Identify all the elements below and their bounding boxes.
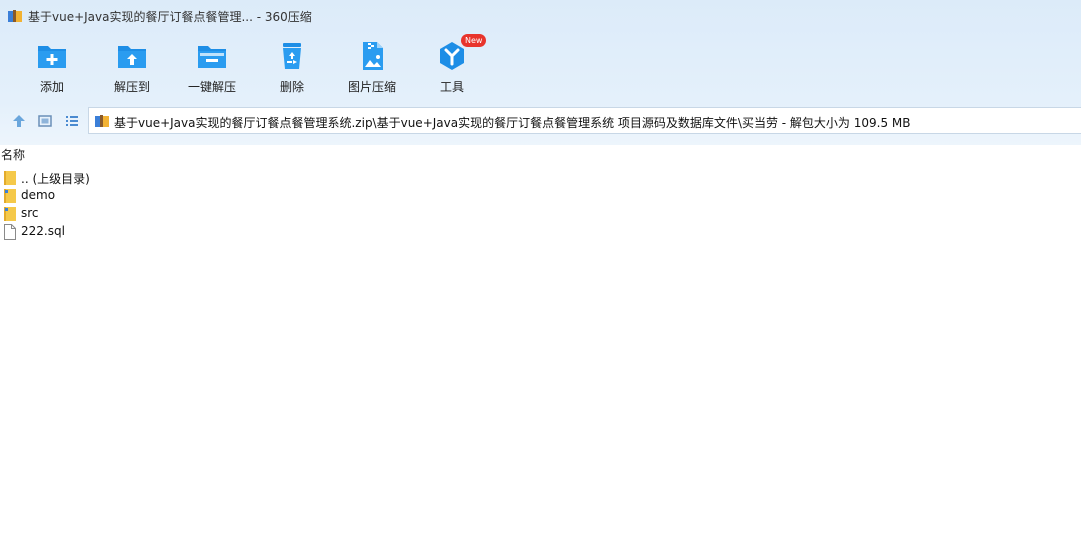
path-text: 基于vue+Java实现的餐厅订餐点餐管理系统.zip\基于vue+Java实现…: [114, 116, 911, 130]
extract-to-icon: [118, 46, 146, 68]
folder-icon: [4, 207, 16, 221]
image-compress-button[interactable]: 图片压缩: [337, 38, 407, 100]
file-icon: [4, 224, 16, 240]
toolbar: 添加 解压到 一键解压 删除 图片压缩 New 工具: [0, 32, 1081, 102]
window-title: 基于vue+Java实现的餐厅订餐点餐管理... - 360压缩: [28, 10, 312, 24]
title-bar: 基于vue+Java实现的餐厅订餐点餐管理... - 360压缩: [0, 0, 1081, 32]
list-view-icon[interactable]: [64, 113, 80, 129]
list-item-name: src: [21, 206, 39, 220]
one-click-extract-label: 一键解压: [187, 80, 236, 94]
list-item-name: 222.sql: [21, 224, 65, 238]
image-compress-icon: [363, 42, 383, 70]
column-header-name[interactable]: 名称: [0, 145, 25, 165]
list-item-name: demo: [21, 188, 56, 202]
archive-icon: [8, 10, 22, 22]
one-click-extract-icon: [198, 46, 226, 68]
tools-label: 工具: [439, 80, 464, 94]
one-click-extract-button[interactable]: 一键解压: [177, 38, 247, 100]
add-label: 添加: [39, 80, 64, 94]
recycle-bin-icon: [283, 43, 301, 69]
file-list: 名称 .. (上级目录) demo src 222.sql: [0, 145, 1081, 547]
navigation-bar: 基于vue+Java实现的餐厅订餐点餐管理系统.zip\基于vue+Java实现…: [0, 107, 1081, 135]
delete-button[interactable]: 删除: [257, 38, 327, 100]
thumbnail-view-icon[interactable]: [37, 113, 53, 129]
list-item-name: .. (上级目录): [21, 172, 90, 186]
delete-label: 删除: [279, 80, 304, 94]
add-folder-icon: [38, 46, 66, 68]
folder-icon: [4, 171, 16, 185]
extract-to-label: 解压到: [113, 80, 150, 94]
archive-icon: [95, 115, 109, 127]
path-bar[interactable]: 基于vue+Java实现的餐厅订餐点餐管理系统.zip\基于vue+Java实现…: [88, 107, 1081, 134]
tools-button[interactable]: New 工具: [417, 34, 487, 100]
add-button[interactable]: 添加: [17, 38, 87, 100]
new-badge: New: [461, 34, 487, 47]
extract-to-button[interactable]: 解压到: [97, 38, 167, 100]
folder-icon: [4, 189, 16, 203]
image-compress-label: 图片压缩: [347, 80, 396, 94]
up-arrow-icon[interactable]: [11, 113, 27, 129]
